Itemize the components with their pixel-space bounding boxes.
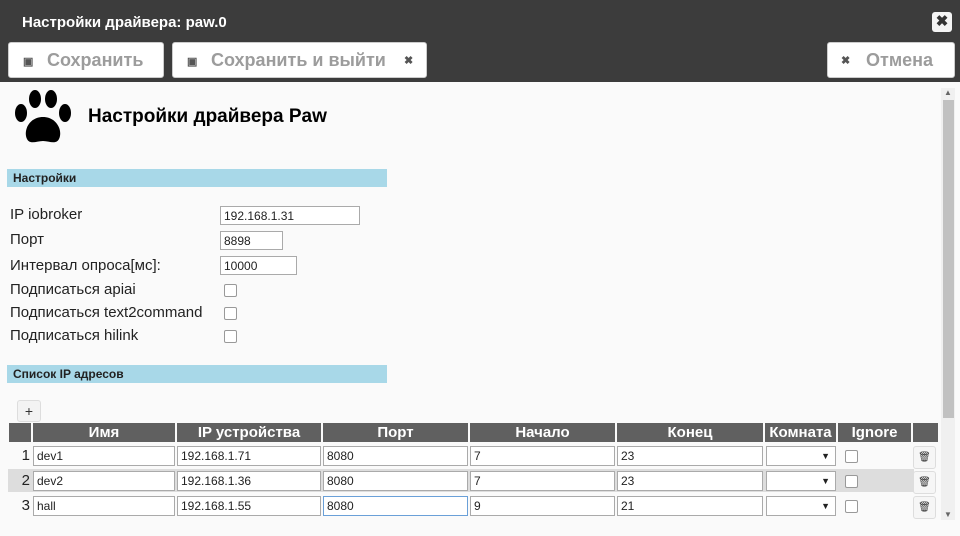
close-icon[interactable]: ✖ — [932, 12, 952, 32]
ignore-checkbox[interactable] — [845, 500, 858, 513]
save-and-exit-button[interactable]: ▣ Сохранить и выйти ✖ — [172, 42, 427, 78]
add-row-button[interactable]: + — [17, 400, 41, 422]
ip-input[interactable] — [220, 206, 360, 225]
scrollbar-thumb[interactable] — [943, 100, 954, 418]
row-number: 2 — [21, 472, 30, 489]
port-input[interactable] — [220, 231, 283, 250]
name-input[interactable] — [33, 446, 175, 466]
page-title: Настройки драйвера Paw — [88, 106, 327, 127]
save-icon: ▣ — [187, 56, 198, 68]
end-input[interactable] — [617, 446, 763, 466]
chevron-down-icon: ▼ — [821, 476, 830, 486]
chevron-down-icon: ▼ — [821, 501, 830, 511]
end-input[interactable] — [617, 496, 763, 516]
scroll-up-icon[interactable]: ▲ — [944, 88, 952, 97]
ip-label: IP iobroker — [10, 206, 83, 223]
ip-device-input[interactable] — [177, 446, 321, 466]
cancel-button[interactable]: ✖ Отмена — [827, 42, 955, 78]
start-input[interactable] — [470, 496, 615, 516]
close-icon: ✖ — [841, 55, 851, 67]
column-header-name[interactable]: Имя — [33, 423, 175, 442]
room-select[interactable]: ▼ — [766, 446, 836, 466]
column-header-start[interactable]: Начало — [470, 423, 615, 442]
window-title: Настройки драйвера: paw.0 — [22, 14, 227, 31]
toolbar: ▣ Сохранить ▣ Сохранить и выйти ✖ ✖ Отме… — [0, 38, 960, 82]
hilink-checkbox[interactable] — [224, 330, 237, 343]
dialog-window: Настройки драйвера: paw.0 ✖ ▣ Сохранить … — [0, 0, 960, 536]
delete-row-icon[interactable]: 🗑 — [913, 446, 936, 469]
apiai-label: Подписаться apiai — [10, 281, 136, 298]
start-input[interactable] — [470, 471, 615, 491]
row-number: 3 — [21, 497, 30, 514]
room-select[interactable]: ▼ — [766, 496, 836, 516]
chevron-down-icon: ▼ — [821, 451, 830, 461]
hilink-label: Подписаться hilink — [10, 327, 139, 344]
close-icon: ✖ — [404, 55, 414, 67]
table-header-actions — [913, 423, 938, 442]
text2command-checkbox[interactable] — [224, 307, 237, 320]
apiai-checkbox[interactable] — [224, 284, 237, 297]
section-title: Настройки — [13, 171, 77, 185]
start-input[interactable] — [470, 446, 615, 466]
ignore-checkbox[interactable] — [845, 450, 858, 463]
ignore-checkbox[interactable] — [845, 475, 858, 488]
save-icon: ▣ — [23, 56, 34, 68]
room-select[interactable]: ▼ — [766, 471, 836, 491]
column-header-ip[interactable]: IP устройства — [177, 423, 321, 442]
interval-input[interactable] — [220, 256, 297, 275]
port-cell-input[interactable] — [323, 496, 468, 516]
save-and-exit-label: Сохранить и выйти — [211, 50, 386, 70]
column-header-room[interactable]: Комната — [765, 423, 836, 442]
ip-device-input[interactable] — [177, 471, 321, 491]
column-header-ignore[interactable]: Ignore — [838, 423, 911, 442]
section-header-settings: Настройки — [7, 169, 387, 187]
save-button-label: Сохранить — [47, 50, 144, 70]
save-button[interactable]: ▣ Сохранить — [8, 42, 164, 78]
name-input[interactable] — [33, 471, 175, 491]
cancel-button-label: Отмена — [866, 50, 934, 70]
port-label: Порт — [10, 231, 45, 248]
delete-row-icon[interactable]: 🗑 — [913, 496, 936, 519]
row-number: 1 — [21, 447, 30, 464]
port-cell-input[interactable] — [323, 446, 468, 466]
end-input[interactable] — [617, 471, 763, 491]
scroll-down-icon[interactable]: ▼ — [944, 510, 952, 519]
ip-device-input[interactable] — [177, 496, 321, 516]
title-bar: Настройки драйвера: paw.0 ✖ — [8, 7, 956, 38]
column-header-end[interactable]: Конец — [617, 423, 763, 442]
section-header-ip-list: Список IP адресов — [7, 365, 387, 383]
interval-label: Интервал опроса[мс]: — [10, 257, 161, 274]
name-input[interactable] — [33, 496, 175, 516]
text2command-label: Подписаться text2command — [10, 304, 203, 321]
section-title: Список IP адресов — [13, 367, 124, 381]
column-header-port[interactable]: Порт — [323, 423, 468, 442]
port-cell-input[interactable] — [323, 471, 468, 491]
table-header-index — [9, 423, 31, 442]
delete-row-icon[interactable]: 🗑 — [913, 471, 936, 494]
paw-logo-icon — [15, 90, 71, 143]
